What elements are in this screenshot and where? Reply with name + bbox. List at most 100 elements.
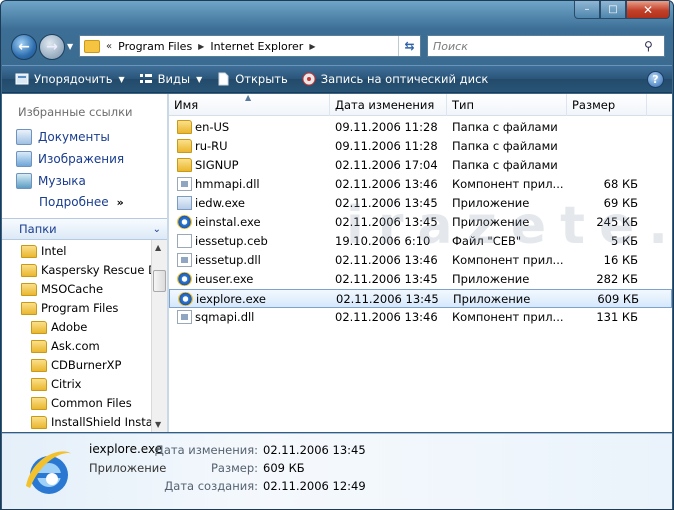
tree-item[interactable]: Kaspersky Rescue Di [21,263,151,277]
file-date: 02.11.2006 13:45 [335,215,438,229]
file-row[interactable]: ieuser.exe 02.11.2006 13:45 Приложение 282 … [169,270,672,289]
folder-tree-scrollbar[interactable]: ▲ ▼ [151,240,167,432]
search-placeholder: Поиск [433,39,468,53]
burn-disc-button[interactable]: Запись на оптический диск [302,72,488,86]
file-row[interactable]: sqmapi.dll 02.11.2006 13:46 Компонент прил… [169,308,672,327]
chevron-right-icon[interactable]: ▶ [309,42,315,51]
refresh-button[interactable]: ⇆ [398,36,420,56]
chevron-right-icon[interactable]: ▶ [198,42,204,51]
file-row[interactable]: iessetup.ceb 19.10.2006 6:10 Файл "CEB" 5 К… [169,232,672,251]
tree-item[interactable]: Program Files [21,301,118,315]
tree-item-label: MSOCache [41,282,104,296]
file-date: 02.11.2006 13:45 [335,272,438,286]
breadcrumb-program-files[interactable]: Program Files [118,40,192,53]
help-icon: ? [652,73,659,86]
file-size: 282 КБ [596,272,638,286]
address-bar[interactable]: « Program Files ▶ Internet Explorer ▶ ▼ [79,35,421,57]
details-modified-label: Дата изменения: [154,443,258,457]
breadcrumb-internet-explorer[interactable]: Internet Explorer [210,40,303,53]
folders-header[interactable]: Папки ⌄ [2,218,167,240]
tree-item[interactable]: Adobe [31,320,87,334]
search-input[interactable]: Поиск ⚲ [427,35,665,57]
minimize-icon: – [584,4,590,15]
documents-icon [16,129,32,145]
favorite-link-label: Музыка [38,174,86,188]
favorite-link-label: Изображения [38,152,125,166]
tree-item-label: CDBurnerXP [51,358,122,372]
file-row[interactable]: iexplore.exe 02.11.2006 13:45 Приложение 60… [169,289,672,308]
music-icon [16,173,32,189]
file-type: Приложение [452,272,530,286]
tree-item[interactable]: Common Files [31,396,132,410]
scroll-down-icon[interactable]: ▼ [155,420,161,429]
chevron-down-icon: ▼ [118,74,125,84]
minimize-button[interactable]: – [574,1,600,19]
views-button[interactable]: Виды ▼ [139,72,202,86]
favorite-link-documents[interactable]: Документы [16,129,110,145]
views-label: Виды [157,72,191,86]
back-button[interactable]: ← [11,34,37,60]
close-button[interactable]: ✕ [626,1,670,19]
scroll-up-icon[interactable]: ▲ [155,243,161,252]
open-button[interactable]: Открыть [216,72,288,86]
favorites-header: Избранные ссылки [18,105,133,119]
maximize-button[interactable]: □ [600,1,626,19]
column-header-size[interactable]: Размер [567,94,647,116]
tree-item[interactable]: Citrix [31,377,81,391]
tree-item[interactable]: InstallShield Install [31,415,151,429]
arrow-right-icon: → [46,39,58,55]
forward-button[interactable]: → [39,34,65,60]
file-list: Имя ▲ Дата изменения Тип Размер en-US 09.1… [169,93,672,432]
file-type: Файл "CEB" [452,234,522,248]
tree-item[interactable]: MSOCache [21,282,103,296]
dll-file-icon [177,253,192,267]
tree-item[interactable]: Ask.com [31,339,100,353]
scroll-thumb[interactable] [153,270,166,292]
organize-label: Упорядочить [34,72,113,86]
file-name: en-US [195,120,230,134]
file-size: 609 КБ [597,292,639,306]
file-row[interactable]: ru-RU 09.11.2006 11:28 Папка с файлами [169,137,672,156]
help-button[interactable]: ? [647,71,664,88]
overflow-chevron-icon[interactable]: « [106,41,112,52]
file-name: iedw.exe [195,196,245,210]
tree-item-label: Ask.com [51,339,100,353]
refresh-icon: ⇆ [404,39,415,53]
tree-item-label: Common Files [51,396,132,410]
column-header-date[interactable]: Дата изменения [330,94,447,116]
file-name: iessetup.dll [195,253,261,267]
folders-header-label: Папки [19,222,57,236]
file-name: iexplore.exe [196,292,267,306]
file-row[interactable]: hmmapi.dll 02.11.2006 13:46 Компонент прил… [169,175,672,194]
chevron-down-icon: ⌄ [152,223,161,235]
navigation-pane: Избранные ссылки Документы Изображения М… [2,94,167,432]
internet-explorer-icon [26,451,72,494]
folder-icon [84,39,100,53]
tree-item[interactable]: CDBurnerXP [31,358,122,372]
arrow-left-icon: ← [18,39,30,55]
file-name: ru-RU [195,139,228,153]
favorite-link-pictures[interactable]: Изображения [16,151,124,167]
folder-icon [21,244,37,258]
file-row[interactable]: ieinstal.exe 02.11.2006 13:45 Приложение 24… [169,213,672,232]
column-header-type[interactable]: Тип [447,94,567,116]
tree-item-label: Program Files [41,301,119,315]
file-row[interactable]: iessetup.dll 02.11.2006 13:46 Компонент пр… [169,251,672,270]
organize-button[interactable]: Упорядочить ▼ [15,72,125,86]
file-row[interactable]: SIGNUP 02.11.2006 17:04 Папка с файлами [169,156,672,175]
favorite-link-music[interactable]: Музыка [16,173,86,189]
ie-icon [177,272,192,286]
search-icon[interactable]: ⚲ [644,39,660,53]
details-created-label: Дата создания: [164,479,258,493]
file-row[interactable]: iedw.exe 02.11.2006 13:45 Приложение 69 КБ [169,194,672,213]
file-date: 09.11.2006 11:28 [335,120,438,134]
file-type: Компонент прил... [452,177,564,191]
file-name: sqmapi.dll [195,310,255,324]
file-type: Приложение [452,196,530,210]
tree-item[interactable]: Intel [21,244,66,258]
history-dropdown-icon[interactable]: ▼ [67,42,73,51]
file-row[interactable]: en-US 09.11.2006 11:28 Папка с файлами [169,118,672,137]
pictures-icon [16,151,32,167]
more-link[interactable]: Подробнее » [39,195,124,209]
column-header-name[interactable]: Имя ▲ [169,93,330,116]
